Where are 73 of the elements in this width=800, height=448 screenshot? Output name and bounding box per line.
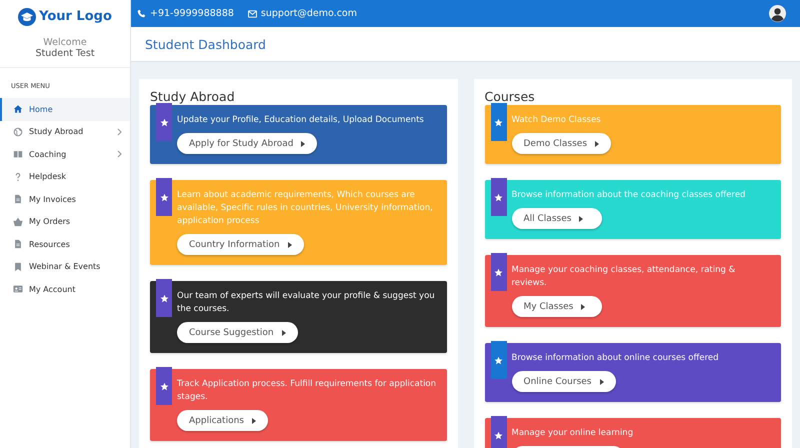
document-icon [13,239,23,250]
sidebar-item-label: My Account [29,284,76,294]
home-icon [13,104,23,114]
sidebar-item-label: Webinar & Events [29,262,102,272]
card-button[interactable]: Country Information [177,234,304,255]
mail-icon [248,10,257,18]
sidebar-item[interactable]: Study Abroad [0,120,130,143]
card-text: Browse information about the coaching classes offered [512,189,746,202]
star-icon [494,356,503,364]
phone-number: +91-9999988888 [150,8,234,19]
caret-icon [301,140,306,146]
sidebar-item[interactable]: Home [0,98,130,120]
panel-title: Courses [484,89,536,104]
star-icon [494,268,503,276]
page-title: Student Dashboard [145,36,266,52]
star-icon [160,294,168,302]
card-button[interactable]: Applications [177,410,268,431]
star-icon [494,430,503,440]
sidebar-item-label: My Invoices [29,194,77,204]
card-text: Learn about academic requirements, Which courses are available, Specific rules in countries, University information, application process [177,189,434,228]
card-text: Manage your online learning [512,427,634,440]
card-text: Watch Demo Classes [512,114,601,127]
star-icon [494,118,503,126]
card-button[interactable]: Course Suggestion [177,322,298,343]
bookmark-icon [13,262,23,272]
card-text: Track Application process. Fulfill requirements for application stages. [177,378,436,404]
star-icon [160,118,168,126]
help-icon [13,172,23,182]
caret-icon [288,242,292,248]
id-card-icon [13,284,23,294]
caret-icon [252,418,256,424]
caret-icon [600,378,604,384]
star-icon [160,382,168,390]
phone-icon [137,9,146,18]
sidebar-item-label: Resources [29,240,71,249]
basket-icon [13,216,23,227]
star-icon [494,192,503,202]
caret-icon [579,216,584,222]
logo-text: Your Logo [39,9,112,24]
card-button[interactable]: All Classes [512,208,602,229]
card-text: Browse information about online courses offered [512,352,719,365]
card-button[interactable]: My Classes [512,296,602,317]
sidebar-item-label: Study Abroad [29,127,84,136]
sidebar-item-label: Helpdesk [29,172,68,182]
user-name: Student Test [35,48,95,59]
sidebar-item-label: Home [29,104,54,114]
sidebar-item[interactable]: Resources [0,233,130,256]
card-text: Manage your coaching classes, attendance, rating & reviews. [512,264,736,290]
sidebar-item[interactable]: My Orders [0,210,130,233]
globe-icon [13,126,23,137]
sidebar-item[interactable]: Coaching [0,143,130,166]
panel-title: Study Abroad [150,89,236,104]
sidebar-item-label: My Orders [29,217,72,226]
email-address: support@demo.com [260,8,357,19]
welcome-text: Welcome [43,37,87,48]
caret-icon [581,304,586,310]
avatar-icon[interactable] [769,5,786,22]
document-icon [13,194,23,204]
card-button[interactable]: Demo Classes [512,133,612,154]
book-icon [13,149,23,160]
sidebar-item[interactable]: Webinar & Events [0,256,130,278]
logo-icon [18,8,36,26]
sidebar-item[interactable]: My Invoices [0,188,130,210]
card-text: Update your Profile, Education details, Upload Documents [177,114,424,127]
star-icon [160,192,168,202]
sidebar-item[interactable]: Helpdesk [0,166,130,188]
caret-icon [282,330,286,336]
card-button[interactable]: Apply for Study Abroad [177,133,318,154]
card-text: Our team of experts will evaluate your profile & suggest you the courses. [177,290,436,316]
card-button[interactable]: Online Courses [512,371,616,392]
sidebar-item[interactable]: My Account [0,278,130,300]
sidebar-item-label: Coaching [29,150,68,159]
caret-icon [595,140,600,146]
